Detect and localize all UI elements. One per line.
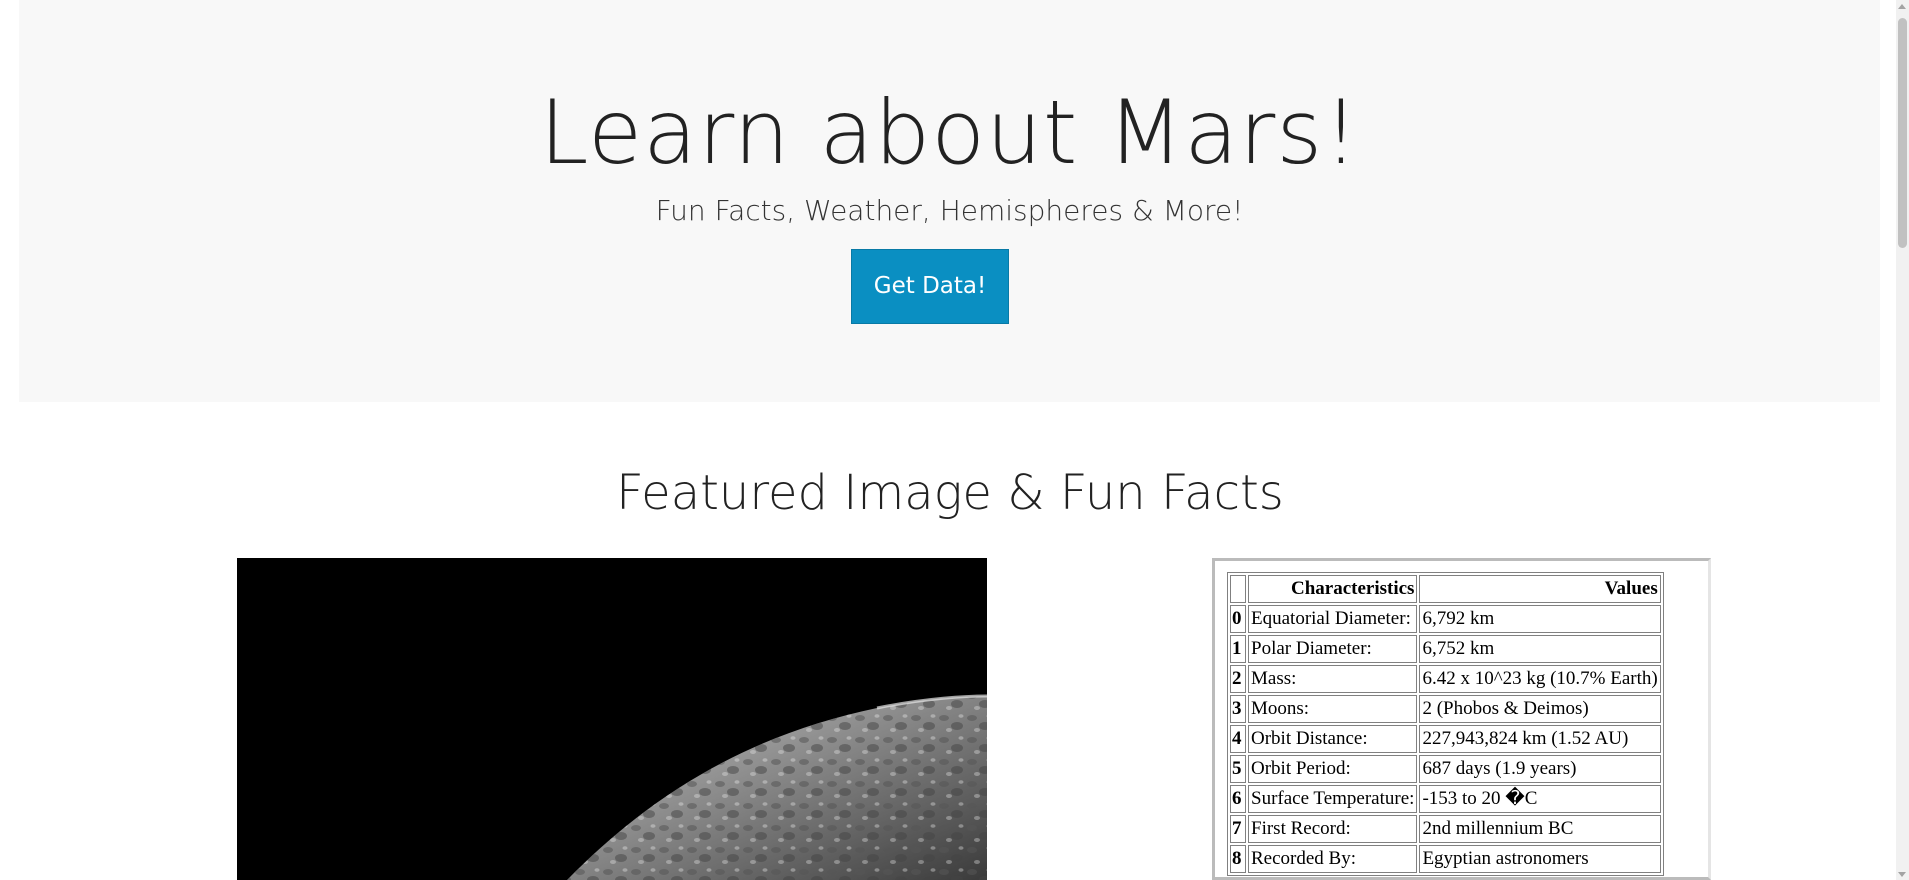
table-header-values: Values [1419, 575, 1661, 603]
page-title: Learn about Mars! [539, 81, 1360, 184]
row-index: 0 [1230, 605, 1246, 633]
row-characteristic: Polar Diameter: [1248, 635, 1418, 663]
jumbotron: Learn about Mars! Fun Facts, Weather, He… [19, 0, 1880, 402]
table-row: 5 Orbit Period: 687 days (1.9 years) [1230, 755, 1661, 783]
get-data-button[interactable]: Get Data! [851, 249, 1009, 324]
facts-table-container: Characteristics Values 0 Equatorial Diam… [1212, 558, 1711, 880]
row-value: 6,752 km [1419, 635, 1661, 663]
row-index: 3 [1230, 695, 1246, 723]
row-characteristic: Orbit Period: [1248, 755, 1418, 783]
row-characteristic: Mass: [1248, 665, 1418, 693]
row-value: 687 days (1.9 years) [1419, 755, 1661, 783]
scrollbar-thumb[interactable] [1898, 18, 1907, 248]
row-characteristic: First Record: [1248, 815, 1418, 843]
table-row: 7 First Record: 2nd millennium BC [1230, 815, 1661, 843]
section-title-featured: Featured Image & Fun Facts [616, 465, 1284, 521]
row-value: 227,943,824 km (1.52 AU) [1419, 725, 1661, 753]
row-characteristic: Recorded By: [1248, 845, 1418, 873]
row-value: 2 (Phobos & Deimos) [1419, 695, 1661, 723]
page-subtitle: Fun Facts, Weather, Hemispheres & More! [655, 194, 1244, 227]
row-characteristic: Surface Temperature: [1248, 785, 1418, 813]
row-characteristic: Orbit Distance: [1248, 725, 1418, 753]
row-index: 2 [1230, 665, 1246, 693]
page: Learn about Mars! Fun Facts, Weather, He… [0, 0, 1909, 880]
row-characteristic: Moons: [1248, 695, 1418, 723]
table-row: 3 Moons: 2 (Phobos & Deimos) [1230, 695, 1661, 723]
facts-table: Characteristics Values 0 Equatorial Diam… [1227, 572, 1664, 876]
row-index: 8 [1230, 845, 1246, 873]
row-value: 6,792 km [1419, 605, 1661, 633]
table-header-characteristics: Characteristics [1248, 575, 1418, 603]
row-value: 6.42 x 10^23 kg (10.7% Earth) [1419, 665, 1661, 693]
row-index: 4 [1230, 725, 1246, 753]
row-value: -153 to 20 �C [1419, 785, 1661, 813]
featured-image [237, 558, 987, 880]
table-row: 6 Surface Temperature: -153 to 20 �C [1230, 785, 1661, 813]
row-value: 2nd millennium BC [1419, 815, 1661, 843]
row-value: Egyptian astronomers [1419, 845, 1661, 873]
row-index: 5 [1230, 755, 1246, 783]
table-header-index [1230, 575, 1246, 603]
table-header-row: Characteristics Values [1230, 575, 1661, 603]
row-characteristic: Equatorial Diameter: [1248, 605, 1418, 633]
scroll-up-arrow-icon[interactable] [1898, 4, 1906, 9]
table-row: 0 Equatorial Diameter: 6,792 km [1230, 605, 1661, 633]
row-index: 1 [1230, 635, 1246, 663]
row-index: 7 [1230, 815, 1246, 843]
vertical-scrollbar[interactable] [1896, 0, 1909, 880]
table-row: 2 Mass: 6.42 x 10^23 kg (10.7% Earth) [1230, 665, 1661, 693]
table-row: 4 Orbit Distance: 227,943,824 km (1.52 A… [1230, 725, 1661, 753]
row-index: 6 [1230, 785, 1246, 813]
table-row: 1 Polar Diameter: 6,752 km [1230, 635, 1661, 663]
table-row: 8 Recorded By: Egyptian astronomers [1230, 845, 1661, 873]
scroll-down-arrow-icon[interactable] [1898, 872, 1906, 877]
